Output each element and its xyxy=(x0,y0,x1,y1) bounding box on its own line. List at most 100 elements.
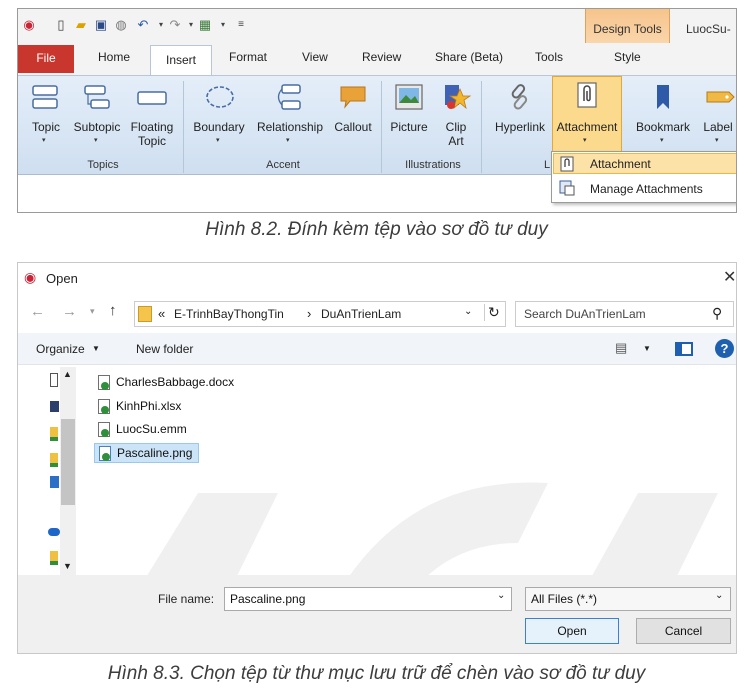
group-separator xyxy=(481,81,482,173)
app-logo-icon: ◉ xyxy=(24,269,37,285)
file-name-text: Pascaline.png xyxy=(117,446,193,460)
view-options-icon[interactable]: ▤ xyxy=(615,340,627,356)
app-logo-icon: ◉ xyxy=(23,17,35,32)
tab-home[interactable]: Home xyxy=(98,50,130,64)
view-dropdown-icon[interactable]: ▼ xyxy=(643,344,651,353)
callout-button[interactable]: Callout xyxy=(328,120,378,134)
bookmark-button[interactable]: Bookmark xyxy=(630,120,696,134)
topic-dropdown-icon[interactable]: ▾ xyxy=(42,136,46,144)
new-folder-button[interactable]: New folder xyxy=(136,342,193,356)
style-icon[interactable]: ▦ xyxy=(198,18,212,32)
figure-caption-8-3: Hình 8.3. Chọn tệp từ thư mục lưu trữ để… xyxy=(107,663,646,684)
label-button[interactable]: Label xyxy=(698,120,736,134)
file-list: CharlesBabbage.docx KinhPhi.xlsx LuocSu.… xyxy=(90,367,730,477)
list-item-charlesbabbage[interactable]: CharlesBabbage.docx xyxy=(94,373,234,393)
open-dialog: ◉ Open ✕ ← → ▾ ↑ « E-TrinhBayThongTin › … xyxy=(17,262,737,654)
picture-button[interactable]: Picture xyxy=(384,120,434,134)
topic-button[interactable]: Topic xyxy=(26,120,66,134)
tab-tools[interactable]: Tools xyxy=(535,50,563,64)
list-item-kinhphi[interactable]: KinhPhi.xlsx xyxy=(94,397,181,417)
attachment-paperclip-icon xyxy=(577,82,597,108)
preview-pane-icon[interactable] xyxy=(675,342,693,356)
recent-locations-icon[interactable]: ▾ xyxy=(90,306,95,317)
scroll-thumb[interactable] xyxy=(61,419,75,505)
undo-dropdown-icon[interactable]: ▾ xyxy=(154,18,168,32)
print-icon[interactable]: ◍ xyxy=(114,18,128,32)
menu-item-manage-attachments[interactable]: Manage Attachments xyxy=(590,182,703,196)
relationship-button[interactable]: Relationship xyxy=(252,120,328,134)
organize-button[interactable]: Organize xyxy=(36,342,85,356)
redo-icon[interactable]: ↷ xyxy=(168,18,182,32)
subtopic-dropdown-icon[interactable]: ▾ xyxy=(94,136,98,144)
attachment-dropdown-icon[interactable]: ▾ xyxy=(583,136,587,144)
list-item-pascaline-selected[interactable]: Pascaline.png xyxy=(94,443,200,463)
breadcrumb-duantrienlam[interactable]: DuAnTrienLam xyxy=(321,307,401,321)
close-icon[interactable]: ✕ xyxy=(723,267,736,287)
style-dropdown-icon[interactable]: ▾ xyxy=(216,18,230,32)
clip-art-label-2: Art xyxy=(448,134,464,148)
organize-dropdown-icon[interactable]: ▼ xyxy=(92,344,100,353)
nav-computer-icon xyxy=(50,476,59,488)
callout-icon xyxy=(340,86,366,109)
breadcrumb-separator: › xyxy=(307,306,312,321)
breadcrumb-overflow[interactable]: « xyxy=(158,306,165,321)
file-type-select[interactable]: All Files (*.*) xyxy=(525,587,731,611)
hyperlink-button[interactable]: Hyperlink xyxy=(490,120,550,134)
up-arrow-icon[interactable]: ↑ xyxy=(109,302,117,319)
file-name-text: CharlesBabbage.docx xyxy=(116,375,235,389)
bookmark-icon xyxy=(657,85,669,109)
clip-art-button[interactable]: Clip Art xyxy=(436,120,476,148)
group-label-accent: Accent xyxy=(266,159,300,171)
label-dropdown-icon[interactable]: ▾ xyxy=(715,136,719,144)
scroll-up-icon[interactable]: ▲ xyxy=(63,369,72,379)
tab-view[interactable]: View xyxy=(302,50,328,64)
group-label-illustrations: Illustrations xyxy=(405,159,461,171)
help-icon[interactable]: ? xyxy=(715,339,734,358)
dialog-title: Open xyxy=(46,271,78,286)
boundary-button[interactable]: Boundary xyxy=(189,120,249,134)
redo-dropdown-icon[interactable]: ▾ xyxy=(184,18,198,32)
group-label-topics: Topics xyxy=(87,159,119,171)
floating-topic-label-2: Topic xyxy=(137,134,166,148)
save-icon[interactable]: ▣ xyxy=(94,18,108,32)
customize-qat-icon[interactable]: ≡ xyxy=(234,18,248,32)
attachment-menu-icon xyxy=(560,156,574,172)
tab-style[interactable]: Style xyxy=(614,50,641,64)
search-input[interactable]: Search DuAnTrienLam xyxy=(524,307,646,321)
group-separator xyxy=(183,81,184,173)
tab-share-beta[interactable]: Share (Beta) xyxy=(435,50,503,64)
file-type-dropdown-icon[interactable]: ⌄ xyxy=(715,590,723,601)
file-name-dropdown-icon[interactable]: ⌄ xyxy=(497,590,505,601)
picture-icon xyxy=(395,84,423,110)
word-file-icon xyxy=(98,375,110,390)
tab-format[interactable]: Format xyxy=(229,50,267,64)
open-button[interactable]: Open xyxy=(525,618,619,644)
tab-review[interactable]: Review xyxy=(362,50,401,64)
undo-icon[interactable]: ↶ xyxy=(136,18,150,32)
floating-topic-button[interactable]: Floating Topic xyxy=(126,120,178,148)
bookmark-dropdown-icon[interactable]: ▾ xyxy=(660,136,664,144)
boundary-dropdown-icon[interactable]: ▾ xyxy=(216,136,220,144)
attachment-button[interactable]: Attachment xyxy=(551,120,623,134)
tab-insert[interactable]: Insert xyxy=(150,45,212,76)
back-arrow-icon[interactable]: ← xyxy=(30,303,45,320)
new-doc-icon[interactable]: ▯ xyxy=(54,18,68,32)
subtopic-button[interactable]: Subtopic xyxy=(68,120,126,134)
list-item-luocsu[interactable]: LuocSu.emm xyxy=(94,420,187,440)
search-icon[interactable]: ⚲ xyxy=(712,305,722,322)
file-name-input[interactable]: Pascaline.png xyxy=(224,587,512,611)
refresh-icon[interactable]: ↻ xyxy=(484,304,500,321)
manage-attachments-icon xyxy=(559,180,575,196)
forward-arrow-icon[interactable]: → xyxy=(62,303,77,320)
tab-file[interactable]: File xyxy=(18,45,74,73)
breadcrumb-e-trinhbaythongtin[interactable]: E-TrinhBayThongTin xyxy=(174,307,284,321)
file-name-text: LuocSu.emm xyxy=(116,422,187,436)
open-folder-icon[interactable]: ▰ xyxy=(74,18,88,32)
cancel-button[interactable]: Cancel xyxy=(636,618,731,644)
hyperlink-icon xyxy=(511,84,528,110)
menu-item-attachment[interactable]: Attachment xyxy=(590,157,651,171)
relationship-dropdown-icon[interactable]: ▾ xyxy=(286,136,290,144)
nav-desktop-icon xyxy=(50,401,59,412)
address-dropdown-icon[interactable]: ⌄ xyxy=(464,306,472,317)
scroll-down-icon[interactable]: ▼ xyxy=(63,561,72,571)
